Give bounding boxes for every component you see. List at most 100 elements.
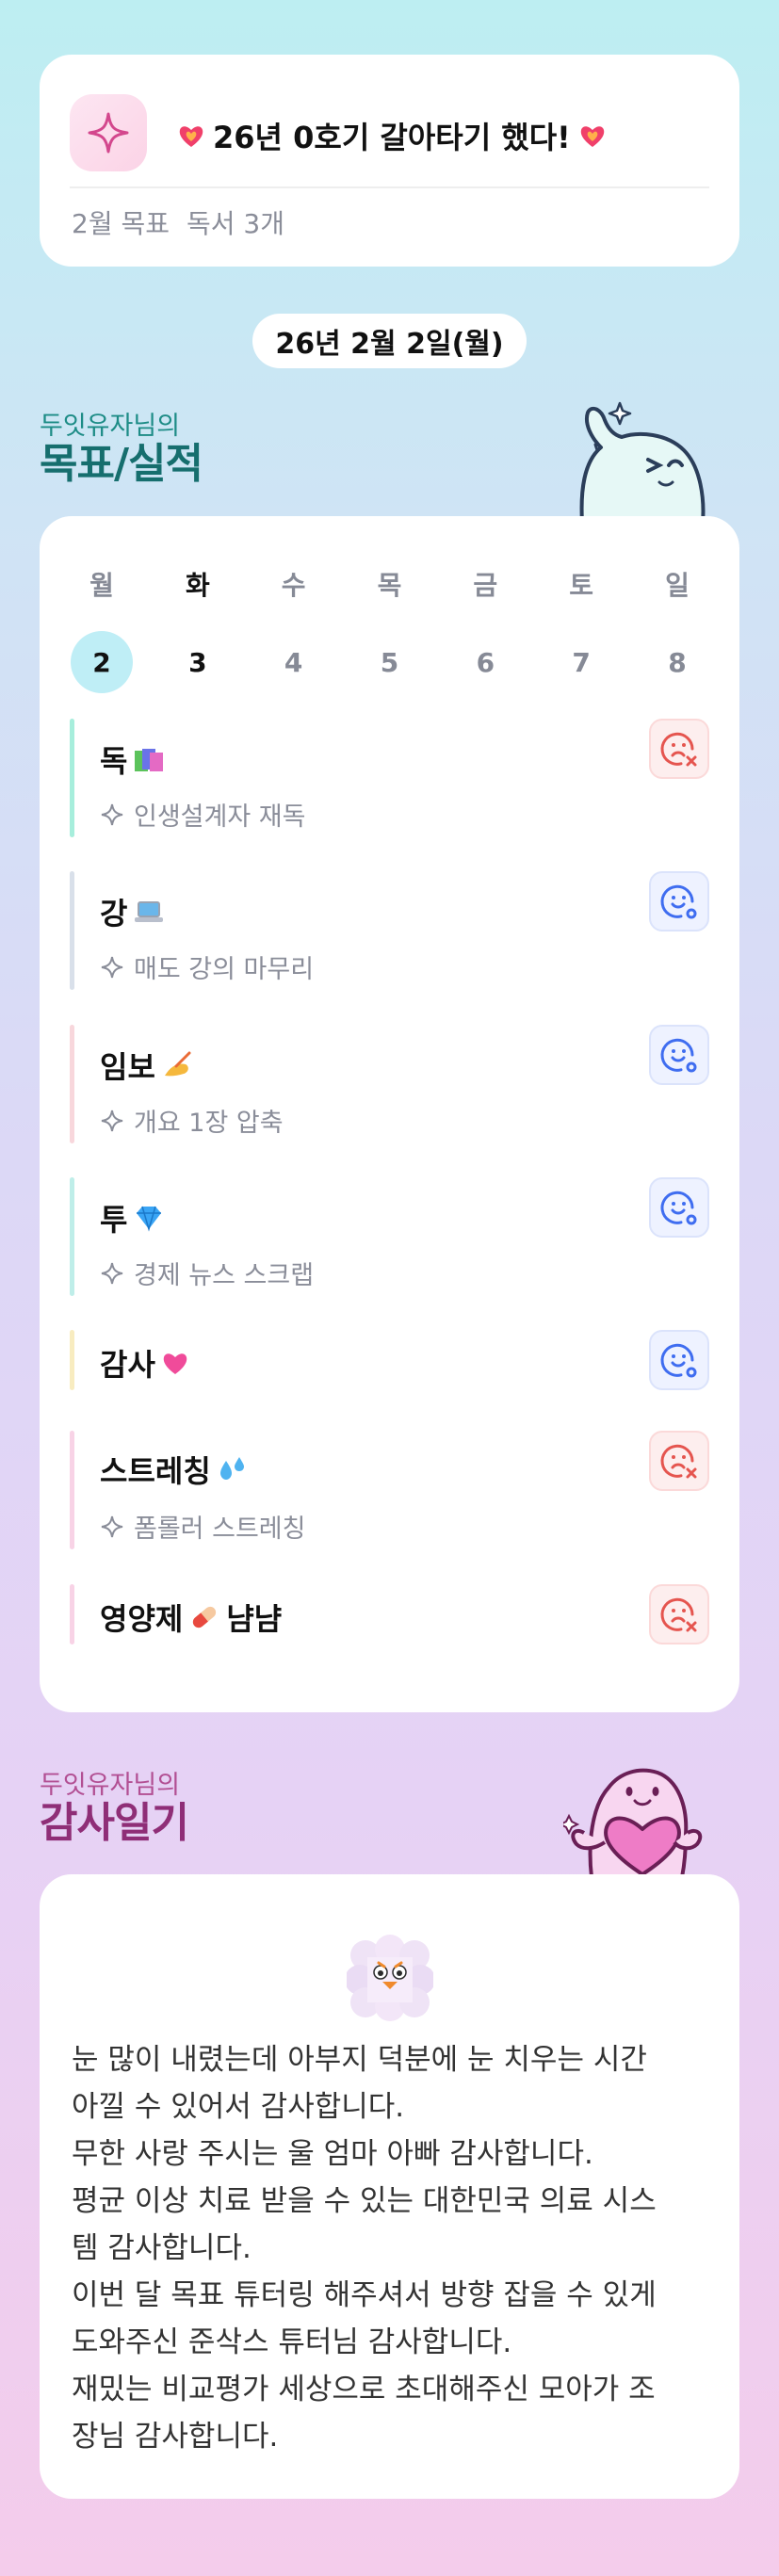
- sad-face-icon: [660, 1597, 697, 1632]
- pink-heart-icon: [163, 1353, 187, 1374]
- goal-title-text: 강: [100, 896, 128, 932]
- day-name: 토: [569, 570, 594, 601]
- day-mon[interactable]: 월 2: [70, 565, 134, 693]
- goal-title-text: 독: [100, 743, 128, 779]
- day-number[interactable]: 6: [454, 631, 516, 693]
- goal-color-bar: [70, 1025, 74, 1143]
- day-number[interactable]: 2: [71, 631, 133, 693]
- day-number[interactable]: 5: [358, 631, 420, 693]
- gratitude-line: 템 감사합니다.: [72, 2231, 252, 2265]
- goal-color-bar: [70, 871, 74, 990]
- day-tue[interactable]: 화 3: [166, 565, 230, 693]
- pill-icon: [193, 1606, 217, 1628]
- happy-face-icon: [660, 1343, 697, 1378]
- gratitude-text: 눈 많이 내렸는데 아부지 덕분에 눈 치우는 시간 아낄 수 있어서 감사합니…: [72, 2036, 707, 2460]
- sparkle-outline-icon: [101, 1515, 123, 1537]
- day-name: 수: [281, 570, 306, 601]
- goal-subtitle-text: 매도 강의 마무리: [134, 955, 315, 984]
- status-done-button[interactable]: [649, 1025, 709, 1085]
- day-sun[interactable]: 일 8: [645, 565, 709, 693]
- sparkle-outline-icon: [101, 803, 123, 825]
- goal-title-text: 영양제: [100, 1601, 184, 1637]
- goal-title: 임보: [100, 1044, 193, 1087]
- gratitude-line: 장님 감사합니다.: [72, 2420, 279, 2454]
- goal-title: 독: [100, 737, 165, 781]
- goal-item[interactable]: 독 인생설계자 재독: [70, 719, 709, 837]
- sparkle-outline-icon: [101, 1110, 123, 1131]
- goal-subtitle-text: 인생설계자 재독: [134, 802, 306, 832]
- sparkling-heart-icon: [580, 126, 605, 147]
- goal-title: 투: [100, 1196, 165, 1239]
- monthly-goal-label: 2월 목표: [72, 208, 170, 239]
- day-number[interactable]: 8: [646, 631, 708, 693]
- gratitude-card: 눈 많이 내렸는데 아부지 덕분에 눈 치우는 시간 아낄 수 있어서 감사합니…: [40, 1874, 739, 2499]
- sparkle-outline-icon: [101, 1262, 123, 1284]
- day-wed[interactable]: 수 4: [262, 565, 326, 693]
- headline-text: 26년 0호기 갈아타기 했다!: [213, 120, 571, 155]
- monthly-goal-value: 독서 3개: [187, 208, 284, 239]
- divider: [70, 186, 709, 188]
- heart-mascot-illustration: [563, 1768, 703, 1877]
- gratitude-line: 무한 사랑 주시는 울 엄마 아빠 감사합니다.: [72, 2137, 593, 2171]
- goal-item[interactable]: 감사: [70, 1330, 709, 1390]
- day-name: 일: [665, 570, 690, 601]
- goal-subtitle: 매도 강의 마무리: [100, 948, 314, 985]
- day-name: 금: [473, 570, 498, 601]
- section-title: 감사일기: [40, 1799, 189, 1847]
- goal-item[interactable]: 임보 개요 1장 압축: [70, 1025, 709, 1143]
- goal-title: 스트레칭: [100, 1448, 249, 1491]
- date-selector[interactable]: 26년 2월 2일(월): [252, 314, 527, 368]
- goal-title-text: 스트레칭: [100, 1453, 211, 1489]
- day-number[interactable]: 3: [167, 631, 229, 693]
- sad-face-icon: [660, 1444, 697, 1479]
- goal-item[interactable]: 강 매도 강의 마무리: [70, 871, 709, 990]
- goal-title: 영양제 냠냠: [100, 1596, 282, 1639]
- status-done-button[interactable]: [649, 1330, 709, 1390]
- gratitude-line: 이번 달 목표 튜터링 해주셔서 방향 잡을 수 있게: [72, 2278, 657, 2312]
- goal-title-text: 투: [100, 1202, 128, 1238]
- week-calendar: 월 2 화 3 수 4 목 5 금 6 토 7 일 8: [70, 565, 709, 693]
- goal-subtitle-text: 경제 뉴스 스크랩: [134, 1261, 315, 1290]
- happy-face-icon: [660, 1038, 697, 1073]
- day-name: 월: [89, 570, 114, 601]
- announcement-headline: 26년 0호기 갈아타기 했다!: [177, 109, 607, 162]
- goal-color-bar: [70, 719, 74, 837]
- goal-item[interactable]: 스트레칭 폼롤러 스트레칭: [70, 1431, 709, 1549]
- gratitude-line: 도와주신 준삭스 튜터님 감사합니다.: [72, 2325, 512, 2359]
- status-fail-button[interactable]: [649, 1431, 709, 1491]
- day-fri[interactable]: 금 6: [453, 565, 517, 693]
- goal-title-suffix: 냠냠: [226, 1601, 283, 1637]
- sad-face-icon: [660, 732, 697, 767]
- goal-color-bar: [70, 1431, 74, 1549]
- waving-mascot-illustration: [579, 401, 706, 523]
- goal-subtitle: 경제 뉴스 스크랩: [100, 1255, 314, 1291]
- laptop-icon: [135, 901, 164, 922]
- status-fail-button[interactable]: [649, 1584, 709, 1644]
- gratitude-section-title: 두잇유자님의 감사일기: [40, 1764, 189, 1847]
- day-number[interactable]: 7: [550, 631, 612, 693]
- status-done-button[interactable]: [649, 871, 709, 932]
- goal-color-bar: [70, 1330, 74, 1390]
- day-thu[interactable]: 목 5: [357, 565, 421, 693]
- sparkle-icon: [70, 94, 147, 171]
- goal-title-text: 임보: [100, 1049, 155, 1085]
- sparkling-heart-icon: [179, 126, 203, 147]
- goal-item[interactable]: 영양제 냠냠: [70, 1584, 709, 1644]
- goal-subtitle: 개요 1장 압축: [100, 1102, 284, 1139]
- cloud-mascot-icon: [347, 1935, 433, 2021]
- goal-subtitle: 인생설계자 재독: [100, 796, 305, 833]
- goal-color-bar: [70, 1177, 74, 1296]
- goal-color-bar: [70, 1584, 74, 1644]
- goal-item[interactable]: 투 경제 뉴스 스크랩: [70, 1177, 709, 1296]
- section-subtitle: 두잇유자님의: [40, 412, 181, 441]
- announcement-card[interactable]: 26년 0호기 갈아타기 했다! 2월 목표 독서 3개: [40, 55, 739, 267]
- day-number[interactable]: 4: [263, 631, 325, 693]
- day-sat[interactable]: 토 7: [549, 565, 613, 693]
- status-fail-button[interactable]: [649, 719, 709, 779]
- status-done-button[interactable]: [649, 1177, 709, 1238]
- happy-face-icon: [660, 884, 697, 919]
- gratitude-line: 눈 많이 내렸는데 아부지 덕분에 눈 치우는 시간: [72, 2043, 647, 2077]
- gratitude-line: 평균 이상 치료 받을 수 있는 대한민국 의료 시스: [72, 2184, 657, 2218]
- day-name: 목: [377, 570, 402, 601]
- section-title: 목표/실적: [40, 440, 203, 488]
